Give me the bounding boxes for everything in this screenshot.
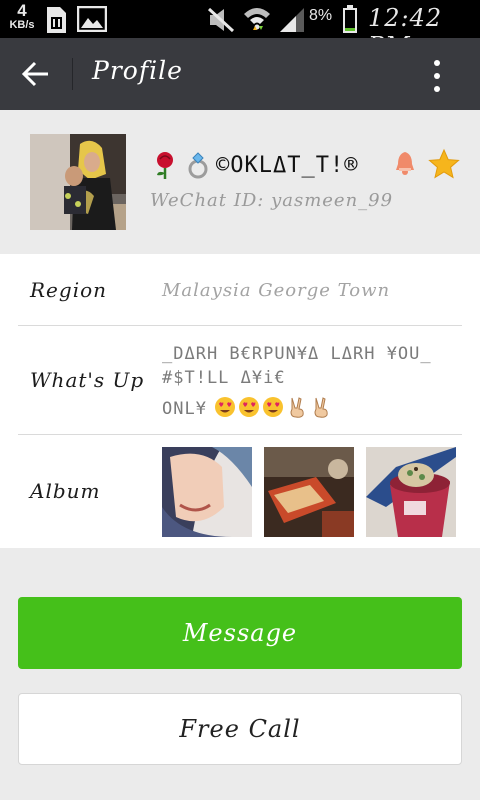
action-bar-divider (72, 58, 73, 90)
heart-eyes-emoji (263, 397, 283, 417)
region-value: Malaysia George Town (162, 280, 391, 301)
region-label: Region (30, 278, 108, 302)
sim-card-icon (47, 7, 66, 33)
album-photo-food[interactable] (264, 447, 354, 537)
album-photo-ice-cream[interactable] (366, 447, 456, 537)
mute-icon (207, 7, 235, 33)
whats-up-line-1: _DΔRH B€RPUN¥Δ LΔRH ¥OU_ (162, 344, 432, 364)
profile-name-row: ©OKLΔT_T!® (152, 148, 358, 182)
profile-details: Region Malaysia George Town What's Up _D… (0, 254, 480, 548)
network-speed: 4 KB/s (4, 2, 40, 31)
profile-name: ©OKLΔT_T!® (216, 152, 359, 178)
wifi-icon (244, 8, 270, 30)
region-row[interactable]: Region Malaysia George Town (0, 254, 480, 326)
action-bar: Profile (0, 38, 480, 110)
victory-hand-emoji (314, 397, 328, 418)
album-photo-selfie[interactable] (162, 447, 252, 537)
ring-icon (188, 152, 208, 179)
whats-up-emoji-row (214, 396, 332, 418)
whats-up-label: What's Up (30, 368, 145, 392)
heart-eyes-emoji (215, 397, 235, 417)
heart-eyes-emoji (239, 397, 259, 417)
network-speed-unit: KB/s (9, 19, 35, 31)
image-notification-icon (77, 6, 107, 32)
free-call-button[interactable]: Free Call (18, 693, 462, 765)
rose-icon (157, 152, 173, 179)
network-speed-value: 4 (17, 1, 27, 20)
status-bar: 4 KB/s 8% 12:42 PM (0, 0, 480, 60)
victory-hand-emoji (290, 397, 304, 418)
battery-icon (343, 5, 357, 33)
star-icon (428, 148, 460, 179)
wechat-id: WeChat ID: yasmeen_99 (150, 190, 394, 211)
album-label: Album (30, 479, 101, 503)
whats-up-line-3: ONL¥ (162, 399, 207, 419)
profile-header: ©OKLΔT_T!® WeChat ID: yasmeen_99 (0, 110, 480, 254)
whats-up-line-2: #$T!LL Δ¥i€ (162, 368, 286, 388)
battery-percent: 8% (309, 7, 333, 24)
message-button[interactable]: Message (18, 597, 462, 669)
bell-icon (396, 152, 414, 175)
more-vertical-icon[interactable] (420, 56, 454, 96)
back-arrow-icon[interactable] (14, 54, 58, 94)
signal-icon (280, 8, 304, 32)
avatar[interactable] (30, 134, 126, 230)
page-title: Profile (92, 56, 183, 85)
